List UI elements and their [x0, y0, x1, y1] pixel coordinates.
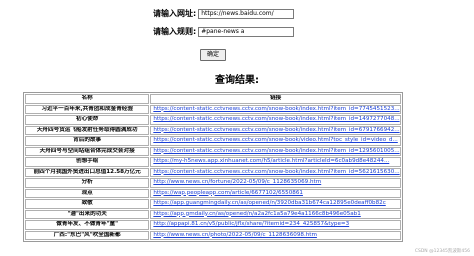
row-name: 观点	[25, 188, 150, 198]
row-link[interactable]: https://app.guangmingdaily.cn/as/opened/…	[150, 199, 401, 209]
row-link[interactable]: https://content-static.cctvnews.cctv.com…	[150, 146, 401, 156]
table-row: 分析 http://www.news.cn/fortune/2022-05/09…	[25, 178, 401, 188]
results-title: 查询结果:	[215, 75, 259, 86]
row-name: 背后的故事	[25, 136, 150, 146]
table-row: 创想手绘 https://my-h5news.app.xinhuanet.com…	[25, 157, 401, 167]
row-name: 创想手绘	[25, 157, 150, 167]
row-name: 广西:"东巴"风"吹全国新都	[25, 230, 150, 240]
row-name: 分析	[25, 178, 150, 188]
table-row: 观点 https://wap.peopleapp.com/article/667…	[25, 188, 401, 198]
row-name: 天舟四号与空间站组合体完成交会对接	[25, 146, 150, 156]
watermark: CSDN @12345凯波斯456	[414, 249, 470, 254]
rule-row: 请输入规则: #pane-news a	[153, 26, 295, 37]
rule-input[interactable]: #pane-news a	[198, 26, 295, 37]
row-link[interactable]: https://wap.peopleapp.com/article/667710…	[150, 188, 401, 198]
row-link[interactable]: http://www.news.cn/fortune/2022-05/09/c_…	[150, 178, 401, 188]
row-name: 前四个月我国外贸进出口总值12.58万亿元	[25, 167, 150, 177]
rule-label: 请输入规则:	[153, 27, 197, 36]
row-name: 做青年友、不做青年"童"	[25, 220, 150, 230]
url-label: 请输入网址:	[153, 9, 197, 18]
row-name: "潜"出来的功夫	[25, 209, 150, 219]
table-header-row: 名称 链接	[25, 94, 401, 104]
results-table: 名称 链接 习近平一百年来,共青团和成金青经验 https://content-…	[23, 92, 403, 242]
row-name: 习近平一百年来,共青团和成金青经验	[25, 104, 150, 114]
row-link[interactable]: https://content-static.cctvnews.cctv.com…	[150, 104, 401, 114]
table-row: 初心使命 https://content-static.cctvnews.cct…	[25, 115, 401, 125]
table-row: 广西:"东巴"风"吹全国新都 http://www.news.cn/photo/…	[25, 230, 401, 240]
confirm-button[interactable]: 确定	[200, 49, 226, 61]
row-link[interactable]: https://content-static.cctvnews.cctv.com…	[150, 136, 401, 146]
table-row: 做青年友、不做青年"童" http://appapi.81.cn/v5/publ…	[25, 220, 401, 230]
row-name: 初心使命	[25, 115, 150, 125]
table-row: 致敬 https://app.guangmingdaily.cn/as/open…	[25, 199, 401, 209]
row-link[interactable]: https://content-static.cctvnews.cctv.com…	[150, 167, 401, 177]
table-row: 前四个月我国外贸进出口总值12.58万亿元 https://content-st…	[25, 167, 401, 177]
row-link[interactable]: https://my-h5news.app.xinhuanet.com/h5/a…	[150, 157, 401, 167]
table-row: "潜"出来的功夫 https://app.gmdaily.cn/as/opene…	[25, 209, 401, 219]
table-row: 习近平一百年来,共青团和成金青经验 https://content-static…	[25, 104, 401, 114]
row-link[interactable]: http://appapi.81.cn/v5/public/jflx/share…	[150, 220, 401, 230]
header-link: 链接	[150, 94, 401, 104]
row-link[interactable]: https://content-static.cctvnews.cctv.com…	[150, 115, 401, 125]
row-link[interactable]: https://app.gmdaily.cn/as/opened/n/a2a2f…	[150, 209, 401, 219]
url-row: 请输入网址: https://news.baidu.com/	[153, 8, 295, 19]
row-name: 天舟四号货运飞船发射任务取得圆满成功	[25, 125, 150, 135]
url-input[interactable]: https://news.baidu.com/	[198, 8, 295, 19]
row-link[interactable]: http://www.news.cn/photo/2022-05/09/c_11…	[150, 230, 401, 240]
table-row: 天舟四号货运飞船发射任务取得圆满成功 https://content-stati…	[25, 125, 401, 135]
header-name: 名称	[25, 94, 150, 104]
table-row: 天舟四号与空间站组合体完成交会对接 https://content-static…	[25, 146, 401, 156]
row-link[interactable]: https://content-static.cctvnews.cctv.com…	[150, 125, 401, 135]
table-row: 背后的故事 https://content-static.cctvnews.cc…	[25, 136, 401, 146]
row-name: 致敬	[25, 199, 150, 209]
